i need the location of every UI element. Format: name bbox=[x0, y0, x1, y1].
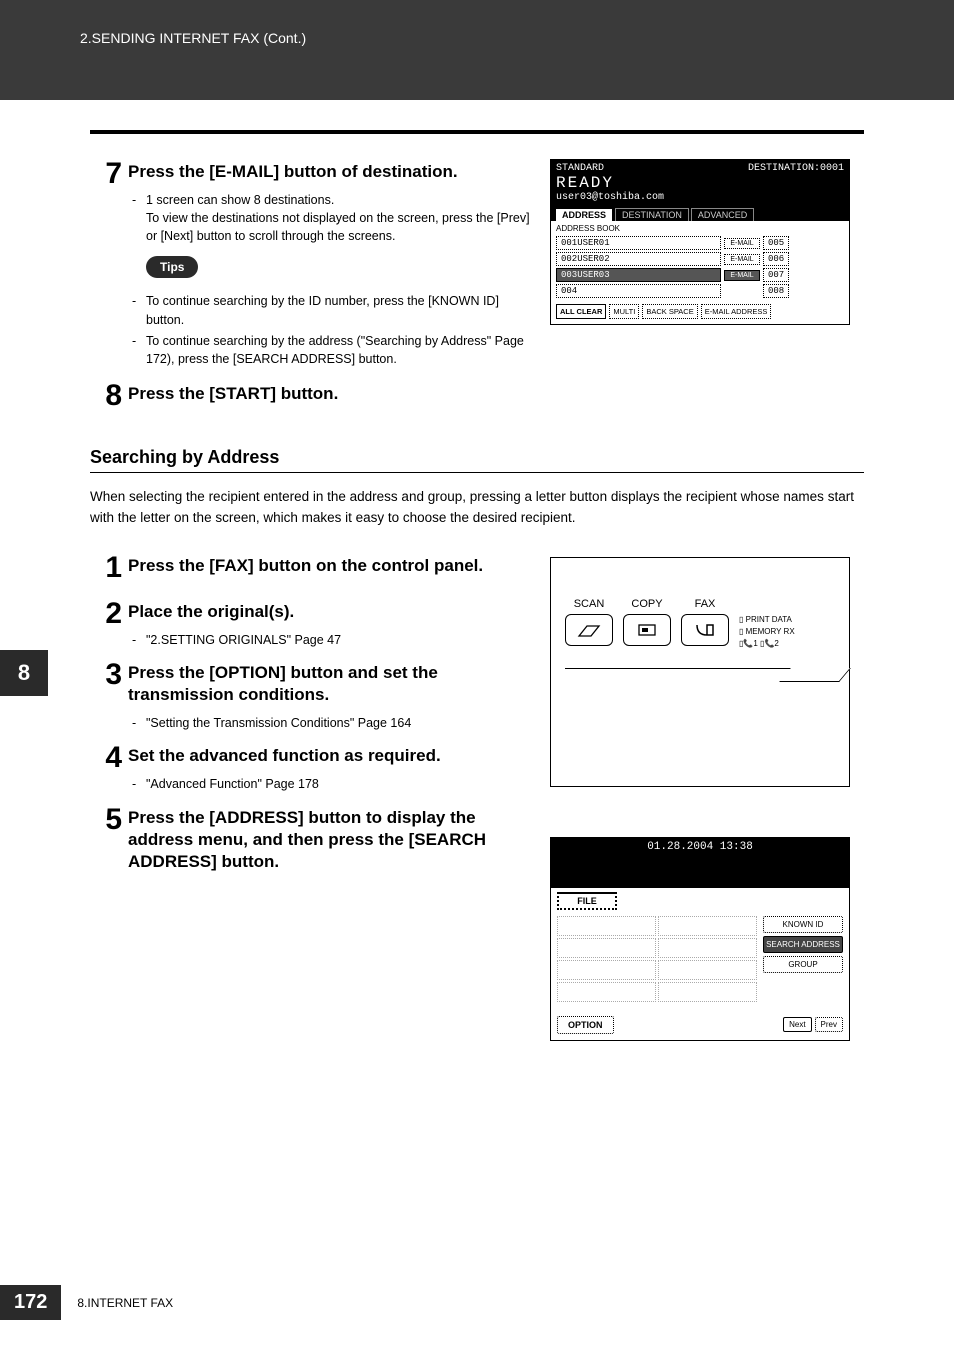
file-tab[interactable]: FILE bbox=[557, 892, 617, 910]
control-panel-figure: SCAN COPY FAX bbox=[550, 557, 850, 787]
option-button[interactable]: OPTION bbox=[557, 1016, 614, 1034]
page-footer: 172 8.INTERNET FAX bbox=[0, 1285, 954, 1320]
lcd-email: user03@toshiba.com bbox=[556, 192, 844, 203]
step-2: 2 Place the original(s). "2.SETTING ORIG… bbox=[90, 599, 530, 652]
panel-notch bbox=[779, 668, 851, 682]
backspace-button[interactable]: BACK SPACE bbox=[642, 304, 697, 319]
email-tag[interactable]: E-MAIL bbox=[724, 270, 760, 281]
step-ref: "2.SETTING ORIGINALS" Page 47 bbox=[146, 631, 530, 649]
grid-cell[interactable] bbox=[557, 938, 656, 958]
step-3: 3 Press the [OPTION] button and set the … bbox=[90, 660, 530, 735]
address-entry[interactable]: 006 bbox=[763, 252, 789, 266]
memory-rx-indicator: MEMORY RX bbox=[739, 626, 795, 638]
tab-address[interactable]: ADDRESS bbox=[555, 208, 613, 221]
step-1: 1 Press the [FAX] button on the control … bbox=[90, 553, 530, 583]
copy-button[interactable] bbox=[623, 614, 671, 646]
step-bullet: 1 screen can show 8 destinations. To vie… bbox=[146, 191, 530, 245]
tips-label: Tips bbox=[146, 256, 198, 278]
step-number: 7 bbox=[90, 159, 122, 189]
step-8: 8 Press the [START] button. bbox=[90, 381, 530, 411]
next-button[interactable]: Next bbox=[783, 1017, 811, 1032]
grid-cell[interactable] bbox=[557, 960, 656, 980]
lcd-tabs: ADDRESS DESTINATION ADVANCED bbox=[551, 206, 849, 221]
ts-header: 01.28.2004 13:38 bbox=[551, 838, 849, 888]
footer-chapter: 8.INTERNET FAX bbox=[77, 1296, 173, 1310]
all-clear-button[interactable]: ALL CLEAR bbox=[556, 304, 606, 319]
search-address-button[interactable]: SEARCH ADDRESS bbox=[763, 936, 843, 953]
prev-button[interactable]: Prev bbox=[815, 1017, 843, 1032]
address-entry[interactable]: 002USER02 bbox=[556, 252, 721, 266]
scan-icon bbox=[577, 622, 601, 638]
print-data-indicator: PRINT DATA bbox=[739, 614, 795, 626]
email-tag[interactable]: E-MAIL bbox=[724, 254, 760, 265]
fax-label: FAX bbox=[681, 598, 729, 610]
tab-destination[interactable]: DESTINATION bbox=[615, 208, 689, 221]
address-entry[interactable]: 008 bbox=[763, 284, 789, 298]
lcd-subheader: ADDRESS BOOK bbox=[556, 224, 844, 233]
lcd-ready: READY bbox=[556, 174, 844, 192]
lcd-mode: STANDARD bbox=[556, 163, 604, 174]
step-title: Set the advanced function as required. bbox=[128, 745, 530, 767]
copy-label: COPY bbox=[623, 598, 671, 610]
step-7: 7 Press the [E-MAIL] button of destinati… bbox=[90, 159, 530, 371]
step-title: Press the [FAX] button on the control pa… bbox=[128, 555, 530, 577]
step-number: 3 bbox=[90, 660, 122, 690]
group-button[interactable]: GROUP bbox=[763, 956, 843, 973]
step-number: 2 bbox=[90, 599, 122, 629]
address-grid bbox=[557, 916, 757, 1004]
page-header: 2.SENDING INTERNET FAX (Cont.) bbox=[0, 0, 954, 100]
known-id-button[interactable]: KNOWN ID bbox=[763, 916, 843, 933]
lcd-screenshot: STANDARD DESTINATION:0001 READY user03@t… bbox=[550, 159, 850, 325]
scan-label: SCAN bbox=[565, 598, 613, 610]
step-5: 5 Press the [ADDRESS] button to display … bbox=[90, 805, 530, 873]
tip-item: To continue searching by the ID number, … bbox=[146, 292, 530, 328]
step-4: 4 Set the advanced function as required.… bbox=[90, 743, 530, 796]
breadcrumb: 2.SENDING INTERNET FAX (Cont.) bbox=[80, 30, 306, 46]
step-number: 1 bbox=[90, 553, 122, 583]
step-title: Press the [OPTION] button and set the tr… bbox=[128, 662, 530, 706]
email-address-button[interactable]: E-MAIL ADDRESS bbox=[701, 304, 772, 319]
step-title: Press the [START] button. bbox=[128, 383, 530, 405]
top-rule bbox=[90, 130, 864, 134]
ts-timestamp: 01.28.2004 13:38 bbox=[551, 841, 849, 853]
scan-button[interactable] bbox=[565, 614, 613, 646]
grid-cell[interactable] bbox=[658, 960, 757, 980]
section-paragraph: When selecting the recipient entered in … bbox=[90, 487, 864, 529]
email-tag[interactable]: E-MAIL bbox=[724, 238, 760, 249]
touchscreen-figure: 01.28.2004 13:38 FILE KNOWN ID SEA bbox=[550, 837, 850, 1041]
tip-item: To continue searching by the address ("S… bbox=[146, 332, 530, 368]
step-ref: "Setting the Transmission Conditions" Pa… bbox=[146, 714, 530, 732]
step-ref: "Advanced Function" Page 178 bbox=[146, 775, 530, 793]
address-entry[interactable]: 004 bbox=[556, 284, 721, 298]
step-title: Press the [E-MAIL] button of destination… bbox=[128, 161, 530, 183]
step-number: 5 bbox=[90, 805, 122, 835]
step-title: Place the original(s). bbox=[128, 601, 530, 623]
section-heading: Searching by Address bbox=[90, 447, 864, 473]
step-number: 8 bbox=[90, 381, 122, 411]
lcd-destination-count: DESTINATION:0001 bbox=[748, 163, 844, 174]
indicator-panel: PRINT DATA MEMORY RX ▯📞1 ▯📞2 bbox=[739, 598, 795, 650]
step-number: 4 bbox=[90, 743, 122, 773]
grid-cell[interactable] bbox=[658, 938, 757, 958]
tab-advanced[interactable]: ADVANCED bbox=[691, 208, 754, 221]
copy-icon bbox=[636, 622, 658, 638]
address-entry[interactable]: 005 bbox=[763, 236, 789, 250]
address-entry[interactable]: 007 bbox=[763, 268, 789, 282]
address-entry-selected[interactable]: 003USER03 bbox=[556, 268, 721, 282]
address-entry[interactable]: 001USER01 bbox=[556, 236, 721, 250]
grid-cell[interactable] bbox=[557, 916, 656, 936]
fax-icon bbox=[693, 621, 717, 639]
line-indicators: ▯📞1 ▯📞2 bbox=[739, 638, 795, 650]
fax-button[interactable] bbox=[681, 614, 729, 646]
multi-button[interactable]: MULTI bbox=[609, 304, 639, 319]
page-number: 172 bbox=[0, 1285, 61, 1320]
grid-cell[interactable] bbox=[658, 982, 757, 1002]
step-title: Press the [ADDRESS] button to display th… bbox=[128, 807, 530, 873]
grid-cell[interactable] bbox=[557, 982, 656, 1002]
grid-cell[interactable] bbox=[658, 916, 757, 936]
